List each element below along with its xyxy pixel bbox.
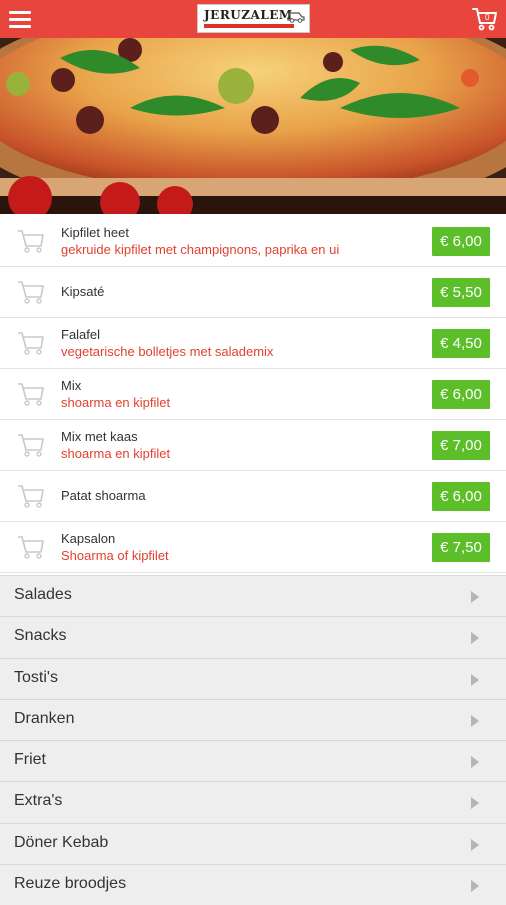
add-to-cart-icon[interactable] <box>16 279 46 305</box>
hamburger-line <box>9 11 31 14</box>
item-description: shoarma en kipfilet <box>61 446 171 461</box>
price-badge[interactable]: € 7,50 <box>432 533 490 562</box>
category-label: Tosti's <box>14 668 58 686</box>
item-description: vegetarische bolletjes met salademix <box>61 344 274 359</box>
logo-stripe <box>204 24 294 28</box>
category-friet[interactable]: Friet <box>0 740 506 782</box>
restaurant-logo[interactable]: JERUZALEM <box>197 4 310 33</box>
price-badge[interactable]: € 6,00 <box>432 227 490 256</box>
add-to-cart-icon[interactable] <box>16 330 46 356</box>
item-name: Mix <box>61 378 82 393</box>
logo-text: JERUZALEM <box>204 8 293 22</box>
category-label: Friet <box>14 751 46 769</box>
menu-item-patat-shoarma[interactable]: Patat shoarma € 6,00 <box>0 471 506 522</box>
menu-item-kapsalon[interactable]: Kapsalon Shoarma of kipfilet € 7,50 <box>0 522 506 573</box>
category-label: Salades <box>14 586 72 603</box>
menu-item-kipsate[interactable]: Kipsaté € 5,50 <box>0 267 506 318</box>
chevron-right-icon <box>471 838 479 851</box>
category-snacks[interactable]: Snacks <box>0 616 506 658</box>
delivery-car-icon <box>287 12 305 23</box>
chevron-right-icon <box>471 797 479 810</box>
hamburger-line <box>9 18 31 21</box>
category-label: Dranken <box>14 709 75 727</box>
category-tostis[interactable]: Tosti's <box>0 657 506 699</box>
category-doner-kebab[interactable]: Döner Kebab <box>0 822 506 865</box>
category-list: Salades Snacks Tosti's Dranken Friet Ext… <box>0 575 506 905</box>
add-to-cart-icon[interactable] <box>16 381 46 407</box>
item-description: shoarma en kipfilet <box>61 395 171 410</box>
item-description: gekruide kipfilet met champignons, papri… <box>61 242 340 257</box>
add-to-cart-icon[interactable] <box>16 228 46 254</box>
menu-item-kipfilet-heet[interactable]: Kipfilet heet gekruide kipfilet met cham… <box>0 216 506 267</box>
category-label: Extra's <box>14 792 63 810</box>
menu-item-list: Kipfilet heet gekruide kipfilet met cham… <box>0 216 506 573</box>
price-badge[interactable]: € 5,50 <box>432 278 490 307</box>
chevron-right-icon <box>471 591 479 603</box>
chevron-right-icon <box>471 880 479 893</box>
price-badge[interactable]: € 4,50 <box>432 329 490 358</box>
category-dranken[interactable]: Dranken <box>0 698 506 741</box>
price-badge[interactable]: € 6,00 <box>432 380 490 409</box>
item-name: Kipfilet heet <box>61 225 129 240</box>
chevron-right-icon <box>471 714 479 727</box>
hamburger-line <box>9 25 31 28</box>
pizza-banner-image <box>0 38 506 214</box>
chevron-right-icon <box>471 673 479 686</box>
add-to-cart-icon[interactable] <box>16 483 46 509</box>
category-reuze-broodjes[interactable]: Reuze broodjes <box>0 864 506 905</box>
add-to-cart-icon[interactable] <box>16 534 46 560</box>
add-to-cart-icon[interactable] <box>16 432 46 458</box>
category-label: Snacks <box>14 627 67 645</box>
shopping-cart-icon[interactable]: 0 <box>472 7 498 31</box>
price-badge[interactable]: € 6,00 <box>432 482 490 511</box>
item-name: Falafel <box>61 327 101 342</box>
hamburger-menu-icon[interactable] <box>9 10 31 28</box>
chevron-right-icon <box>471 632 479 645</box>
item-name: Kipsaté <box>61 284 105 299</box>
menu-item-mix-met-kaas[interactable]: Mix met kaas shoarma en kipfilet € 7,00 <box>0 420 506 471</box>
chevron-right-icon <box>471 756 479 769</box>
svg-text:0: 0 <box>485 13 490 22</box>
pizza-illustration <box>0 38 506 214</box>
item-name: Kapsalon <box>61 531 116 546</box>
item-name: Mix met kaas <box>61 429 138 444</box>
price-badge[interactable]: € 7,00 <box>432 431 490 460</box>
menu-item-falafel[interactable]: Falafel vegetarische bolletjes met salad… <box>0 318 506 369</box>
category-extras[interactable]: Extra's <box>0 781 506 823</box>
category-salades[interactable]: Salades <box>0 575 506 617</box>
top-app-bar: JERUZALEM 0 <box>0 0 506 38</box>
category-label: Döner Kebab <box>14 833 109 851</box>
category-label: Reuze broodjes <box>14 875 127 893</box>
item-description: Shoarma of kipfilet <box>61 548 169 563</box>
item-name: Patat shoarma <box>61 488 146 503</box>
menu-item-mix[interactable]: Mix shoarma en kipfilet € 6,00 <box>0 369 506 420</box>
